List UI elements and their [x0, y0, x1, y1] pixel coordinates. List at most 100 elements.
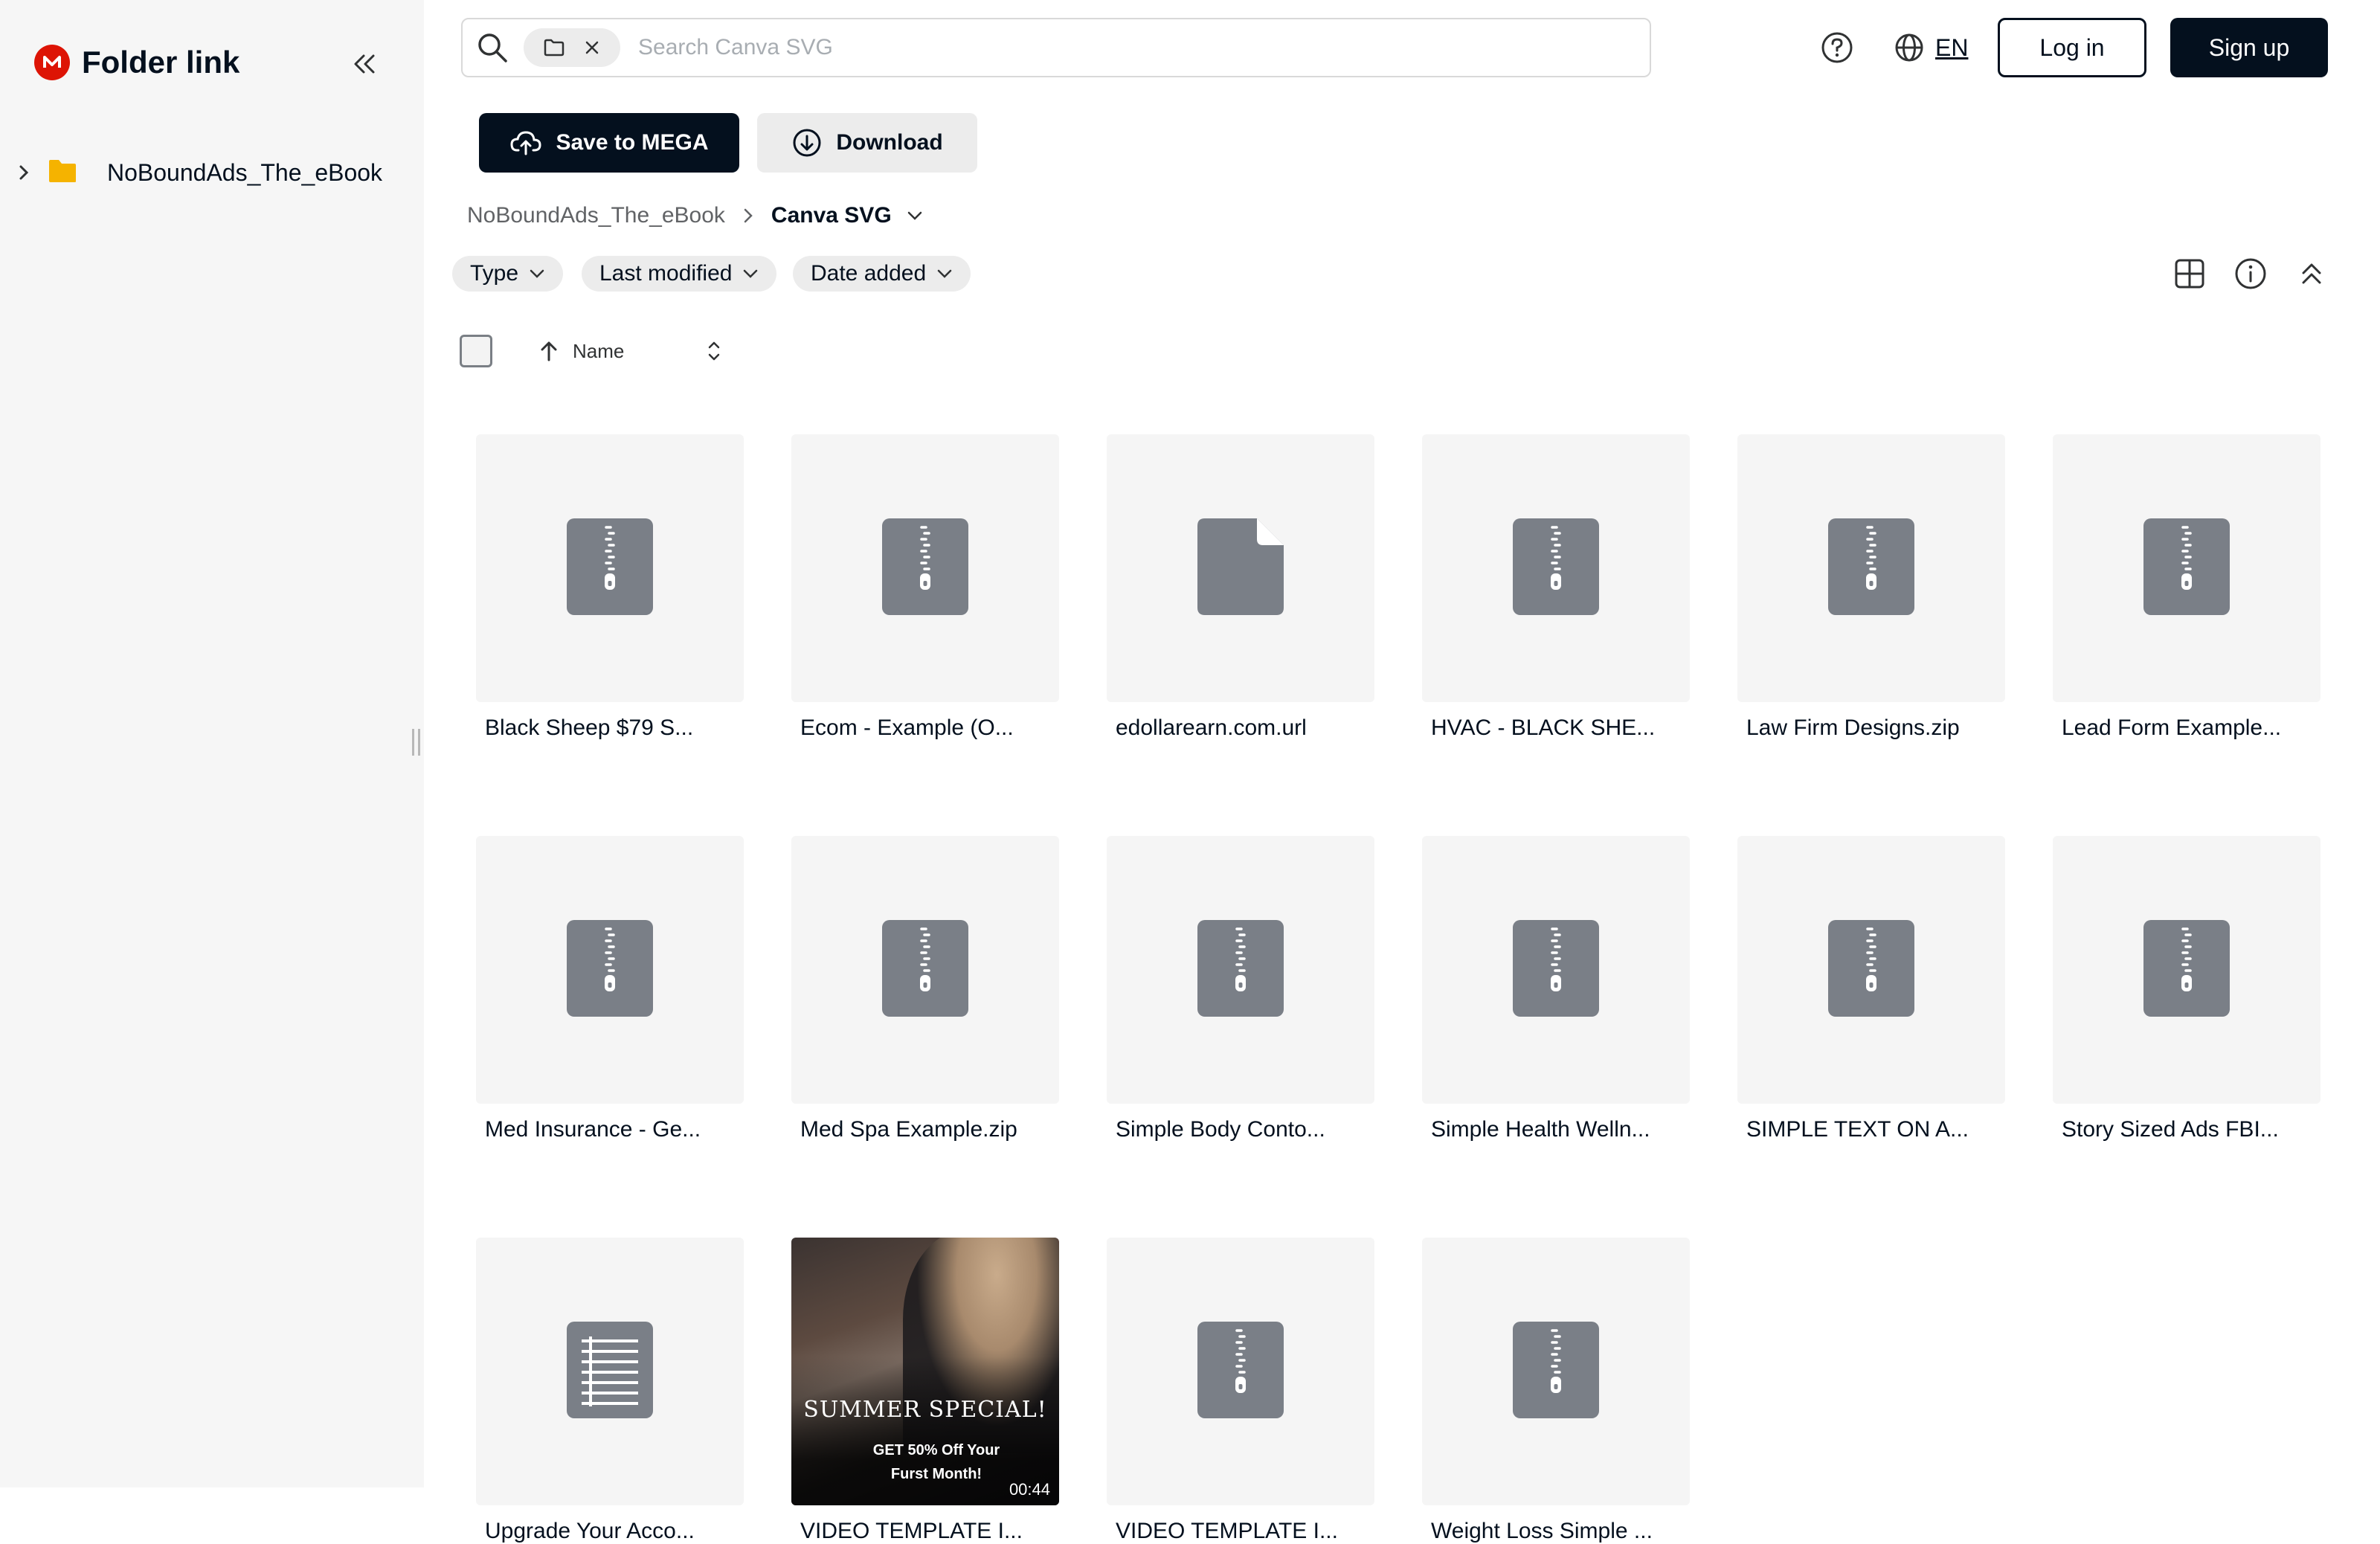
file-card[interactable]: Weight Loss Simple ...: [1422, 1238, 1690, 1544]
zip-file-icon: [1827, 517, 1916, 620]
sidebar-tree-item[interactable]: NoBoundAds_The_eBook: [13, 153, 382, 192]
file-card[interactable]: edollarearn.com.url: [1107, 434, 1374, 741]
grid-view-button[interactable]: [2170, 254, 2209, 293]
arrow-up-icon: [541, 341, 557, 361]
zip-file-icon: [1511, 919, 1601, 1022]
file-thumbnail: [1107, 836, 1374, 1104]
login-button[interactable]: Log in: [1998, 18, 2146, 77]
language-label: EN: [1935, 33, 1969, 61]
file-thumbnail: SUMMER SPECIAL! GET 50% Off Your Furst Mo…: [791, 1238, 1059, 1505]
sort-chevrons-icon: [708, 341, 720, 361]
filter-last-modified[interactable]: Last modified: [582, 256, 777, 292]
collapse-sidebar-button[interactable]: [344, 43, 385, 85]
file-name: Med Spa Example.zip: [800, 1117, 1017, 1142]
zip-file-icon: [1196, 919, 1285, 1022]
file-card[interactable]: Black Sheep $79 S...: [476, 434, 744, 741]
sidebar-resize-handle[interactable]: [412, 729, 422, 759]
collapse-header-button[interactable]: [2292, 254, 2331, 293]
file-thumbnail: [791, 836, 1059, 1104]
search-scope-chip: [524, 28, 620, 67]
file-card[interactable]: SIMPLE TEXT ON A...: [1737, 836, 2005, 1142]
folder-outline-icon: [544, 39, 564, 57]
select-all-checkbox[interactable]: [460, 335, 492, 367]
filter-type-label: Type: [470, 261, 519, 286]
cloud-upload-icon: [510, 131, 541, 155]
file-card[interactable]: Law Firm Designs.zip: [1737, 434, 2005, 741]
file-card[interactable]: Ecom - Example (O...: [791, 434, 1059, 741]
file-thumbnail: [1422, 1238, 1690, 1505]
file-name: Simple Body Conto...: [1116, 1117, 1325, 1142]
video-overlay-title: SUMMER SPECIAL!: [803, 1397, 1047, 1423]
save-to-mega-label: Save to MEGA: [556, 130, 709, 155]
zip-file-icon: [1827, 919, 1916, 1022]
file-card[interactable]: VIDEO TEMPLATE I...: [1107, 1238, 1374, 1544]
file-card[interactable]: Upgrade Your Acco...: [476, 1238, 744, 1544]
search-input[interactable]: Search Canva SVG: [638, 35, 833, 60]
chevron-down-icon[interactable]: [907, 210, 923, 221]
help-button[interactable]: [1816, 27, 1858, 68]
file-thumbnail: [1737, 434, 2005, 702]
file-thumbnail: [476, 1238, 744, 1505]
file-name: VIDEO TEMPLATE I...: [800, 1519, 1023, 1543]
file-name: Weight Loss Simple ...: [1431, 1519, 1653, 1543]
double-chevron-up-icon: [2302, 263, 2321, 284]
breadcrumb-current[interactable]: Canva SVG: [771, 203, 892, 228]
sidebar: Folder link NoBoundAds_The_eBook: [0, 0, 424, 1487]
search-bar[interactable]: Search Canva SVG: [461, 18, 1651, 77]
zip-file-icon: [881, 517, 970, 620]
mega-logo-icon: [34, 45, 70, 80]
file-card[interactable]: Story Sized Ads FBI...: [2053, 836, 2320, 1142]
file-card[interactable]: HVAC - BLACK SHE...: [1422, 434, 1690, 741]
file-card[interactable]: Simple Health Welln...: [1422, 836, 1690, 1142]
sort-label: Name: [573, 339, 625, 362]
breadcrumb-root[interactable]: NoBoundAds_The_eBook: [467, 203, 725, 228]
file-name: Med Insurance - Ge...: [485, 1117, 701, 1142]
grid-view-icon: [2175, 259, 2204, 289]
filter-date-added[interactable]: Date added: [793, 256, 971, 292]
double-chevron-left-icon: [354, 54, 375, 74]
info-icon: [2235, 258, 2266, 289]
file-card[interactable]: Med Spa Example.zip: [791, 836, 1059, 1142]
file-card[interactable]: SUMMER SPECIAL! GET 50% Off Your Furst Mo…: [791, 1238, 1059, 1544]
app-logo[interactable]: Folder link: [34, 45, 239, 80]
save-to-mega-button[interactable]: Save to MEGA: [479, 113, 739, 173]
app-title: Folder link: [82, 45, 240, 80]
zip-file-icon: [2142, 919, 2231, 1022]
signup-button[interactable]: Sign up: [2170, 18, 2328, 77]
file-thumbnail: [476, 434, 744, 702]
chevron-down-icon: [530, 269, 544, 278]
text-file-icon: [565, 1320, 654, 1424]
filter-date-added-label: Date added: [811, 261, 927, 286]
view-controls: [2170, 254, 2331, 293]
language-selector[interactable]: EN: [1894, 27, 1968, 68]
file-thumbnail: [2053, 434, 2320, 702]
file-card[interactable]: Lead Form Example...: [2053, 434, 2320, 741]
file-thumbnail: [1107, 1238, 1374, 1505]
zip-file-icon: [1196, 1320, 1285, 1424]
file-grid: Black Sheep $79 S... Ecom - Example (O...…: [476, 434, 2320, 1544]
zip-file-icon: [565, 517, 654, 620]
filter-type[interactable]: Type: [452, 256, 564, 292]
sort-by-name[interactable]: Name: [538, 335, 624, 367]
download-button[interactable]: Download: [757, 113, 977, 173]
help-icon: [1821, 32, 1853, 63]
file-card[interactable]: Med Insurance - Ge...: [476, 836, 744, 1142]
close-icon[interactable]: [582, 38, 602, 57]
file-name: Law Firm Designs.zip: [1746, 715, 1960, 740]
folder-icon: [48, 158, 77, 187]
file-name: HVAC - BLACK SHE...: [1431, 715, 1656, 740]
sort-order-toggle[interactable]: [702, 335, 726, 367]
chevron-right-icon: [743, 208, 753, 224]
chevron-down-icon: [937, 269, 952, 278]
zip-file-icon: [1511, 517, 1601, 620]
info-button[interactable]: [2231, 254, 2270, 293]
globe-icon: [1895, 33, 1923, 62]
file-name: Upgrade Your Acco...: [485, 1519, 695, 1543]
download-icon: [793, 129, 821, 157]
file-thumbnail: [476, 836, 744, 1104]
chevron-right-icon[interactable]: [13, 164, 34, 181]
file-thumbnail: [791, 434, 1059, 702]
download-label: Download: [836, 130, 943, 155]
file-card[interactable]: Simple Body Conto...: [1107, 836, 1374, 1142]
file-name: VIDEO TEMPLATE I...: [1116, 1519, 1338, 1543]
